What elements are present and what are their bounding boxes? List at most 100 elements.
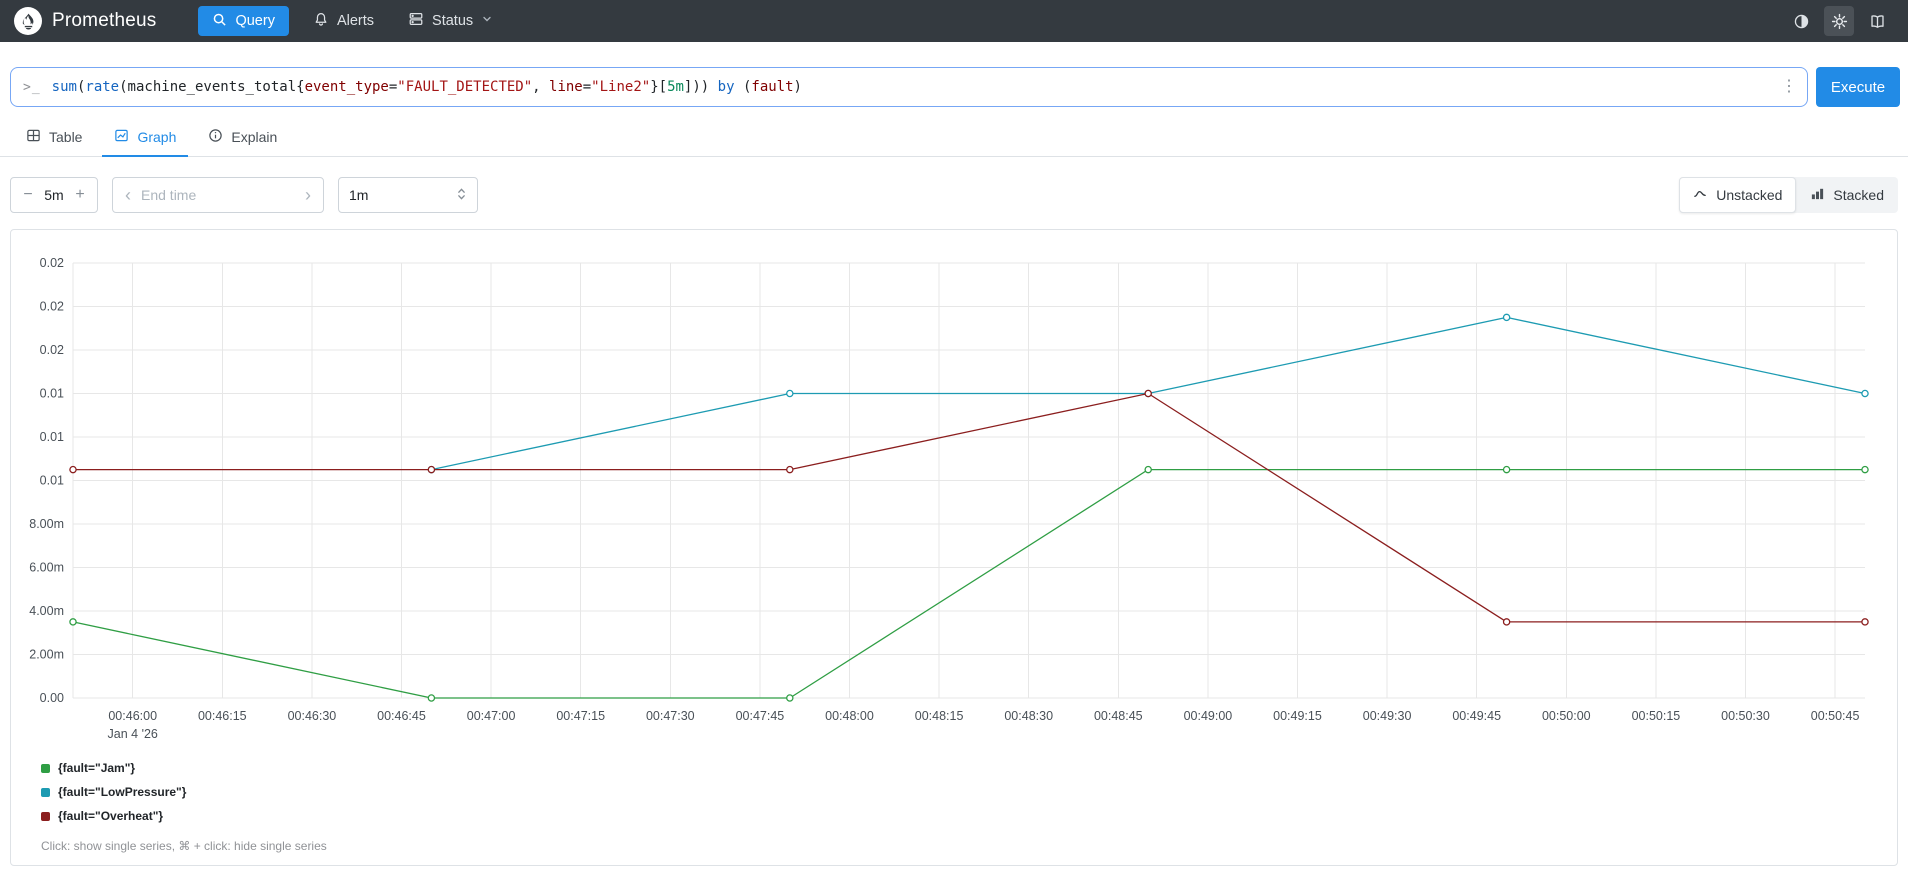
info-icon <box>208 128 223 146</box>
legend-label: {fault="Overheat"} <box>58 809 164 823</box>
svg-text:00:49:15: 00:49:15 <box>1273 709 1322 723</box>
query-token: = <box>582 79 592 95</box>
svg-text:00:49:30: 00:49:30 <box>1363 709 1412 723</box>
data-point-marker <box>786 694 794 702</box>
svg-text:00:46:45: 00:46:45 <box>377 709 426 723</box>
query-token: [ <box>658 79 668 95</box>
graph-legend: {fault="Jam"} {fault="LowPressure"} {fault… <box>11 753 1897 823</box>
query-token: "FAULT_DETECTED" <box>397 79 533 95</box>
graph-panel: 0.00 2.00m 4.00m 6.00m 8.00m 0.01 0.01 0.01 0.02… <box>10 229 1898 866</box>
nav-alerts-button[interactable]: Alerts <box>303 6 384 36</box>
data-point-marker <box>1502 313 1511 322</box>
legend-item[interactable]: {fault="LowPressure"} <box>41 785 1897 799</box>
select-arrows-icon <box>456 186 467 205</box>
settings-gear-button[interactable] <box>1824 6 1854 36</box>
data-point-marker <box>427 694 436 702</box>
unstacked-button[interactable]: Unstacked <box>1679 177 1797 213</box>
terminal-prompt-icon: >_ <box>23 79 41 95</box>
server-icon <box>408 11 424 31</box>
tab-graph[interactable]: Graph <box>102 122 189 157</box>
end-time-forward-icon[interactable]: › <box>303 186 313 204</box>
legend-item[interactable]: {fault="Jam"} <box>41 761 1897 775</box>
svg-text:0.02: 0.02 <box>40 300 64 314</box>
svg-text:0.02: 0.02 <box>40 256 64 270</box>
line-chart-icon <box>1693 186 1708 204</box>
y-axis-ticks: 0.00 2.00m 4.00m 6.00m 8.00m 0.01 0.01 0.01 0.02… <box>29 256 64 705</box>
query-token: } <box>650 79 659 95</box>
svg-text:00:50:45: 00:50:45 <box>1811 709 1860 723</box>
data-point-marker <box>1144 465 1152 474</box>
query-token <box>735 79 743 95</box>
legend-swatch-icon <box>41 763 50 773</box>
stacked-label: Stacked <box>1833 187 1884 203</box>
legend-swatch-icon <box>41 787 50 797</box>
data-point-marker <box>1502 465 1511 474</box>
svg-text:Jan 4 '26: Jan 4 '26 <box>108 727 158 741</box>
tab-explain-label: Explain <box>231 129 278 145</box>
execute-button[interactable]: Execute <box>1816 67 1900 107</box>
stacked-chart-icon <box>1810 186 1825 204</box>
stacked-button[interactable]: Stacked <box>1796 177 1898 213</box>
svg-text:00:47:15: 00:47:15 <box>556 709 605 723</box>
tab-table-label: Table <box>49 129 83 145</box>
range-duration-group: − 5m + <box>10 177 98 213</box>
data-point-marker <box>427 465 436 474</box>
svg-text:00:47:45: 00:47:45 <box>736 709 785 723</box>
end-time-picker[interactable]: ‹ End time › <box>112 177 324 213</box>
resolution-value: 1m <box>349 187 369 203</box>
docs-book-button[interactable] <box>1862 6 1892 36</box>
resolution-select[interactable]: 1m <box>338 177 478 213</box>
chevron-down-icon <box>481 13 493 29</box>
query-row: >_ sum(rate(machine_events_total{event_t… <box>0 42 1908 107</box>
query-token: fault <box>751 79 794 95</box>
nav-items: Query Alerts Status <box>198 6 503 36</box>
svg-text:00:50:30: 00:50:30 <box>1721 709 1770 723</box>
query-token: sum <box>51 79 77 95</box>
svg-text:00:48:45: 00:48:45 <box>1094 709 1143 723</box>
data-point-marker <box>1861 389 1869 398</box>
prometheus-logo-icon[interactable] <box>14 7 42 35</box>
stack-mode-toggle: Unstacked Stacked <box>1679 177 1898 213</box>
end-time-back-icon[interactable]: ‹ <box>123 186 133 204</box>
svg-text:00:46:30: 00:46:30 <box>288 709 337 723</box>
end-time-placeholder: End time <box>141 187 197 203</box>
svg-text:00:50:00: 00:50:00 <box>1542 709 1591 723</box>
svg-text:8.00m: 8.00m <box>29 517 64 531</box>
theme-contrast-toggle-button[interactable] <box>1786 6 1816 36</box>
brand-title: Prometheus <box>52 10 157 31</box>
query-token: by <box>717 79 735 95</box>
legend-label: {fault="Jam"} <box>58 761 136 775</box>
query-input[interactable]: >_ sum(rate(machine_events_total{event_t… <box>10 67 1808 107</box>
svg-text:00:49:45: 00:49:45 <box>1452 709 1501 723</box>
legend-hint: Click: show single series, ⌘ + click: hi… <box>41 839 327 853</box>
graph-canvas[interactable]: 0.00 2.00m 4.00m 6.00m 8.00m 0.01 0.01 0.01 0.02… <box>11 236 1897 753</box>
range-duration-value[interactable]: 5m <box>41 187 67 203</box>
range-decrease-button[interactable]: − <box>15 180 41 210</box>
graph-icon <box>114 128 129 146</box>
legend-swatch-icon <box>41 811 50 821</box>
query-token: 5m <box>667 79 684 95</box>
query-expression[interactable]: sum(rate(machine_events_total{event_type… <box>52 79 1770 95</box>
svg-text:0.00: 0.00 <box>40 691 64 705</box>
tab-explain[interactable]: Explain <box>196 122 289 157</box>
svg-text:00:48:30: 00:48:30 <box>1004 709 1053 723</box>
nav-right-icons <box>1786 6 1892 36</box>
legend-label: {fault="LowPressure"} <box>58 785 187 799</box>
query-token: rate <box>85 79 120 95</box>
data-point-marker <box>1502 618 1511 626</box>
query-token: ( <box>119 79 128 95</box>
nav-status-button[interactable]: Status <box>398 6 503 36</box>
tab-graph-label: Graph <box>137 129 177 145</box>
query-token: , <box>532 79 550 95</box>
tab-table[interactable]: Table <box>14 122 94 157</box>
kebab-menu-icon[interactable]: ⋮ <box>1781 79 1797 95</box>
x-axis-ticks: 00:46:00 Jan 4 '26 00:46:15 00:46:30 00:46:4… <box>108 709 1860 741</box>
legend-item[interactable]: {fault="Overheat"} <box>41 809 1897 823</box>
svg-text:0.01: 0.01 <box>40 430 64 444</box>
nav-query-button[interactable]: Query <box>198 6 289 36</box>
top-navbar: Prometheus Query Alerts Status <box>0 0 1908 42</box>
range-increase-button[interactable]: + <box>67 180 93 210</box>
query-token: ) <box>793 79 802 95</box>
svg-text:6.00m: 6.00m <box>29 561 64 575</box>
data-point-marker <box>1861 465 1869 474</box>
